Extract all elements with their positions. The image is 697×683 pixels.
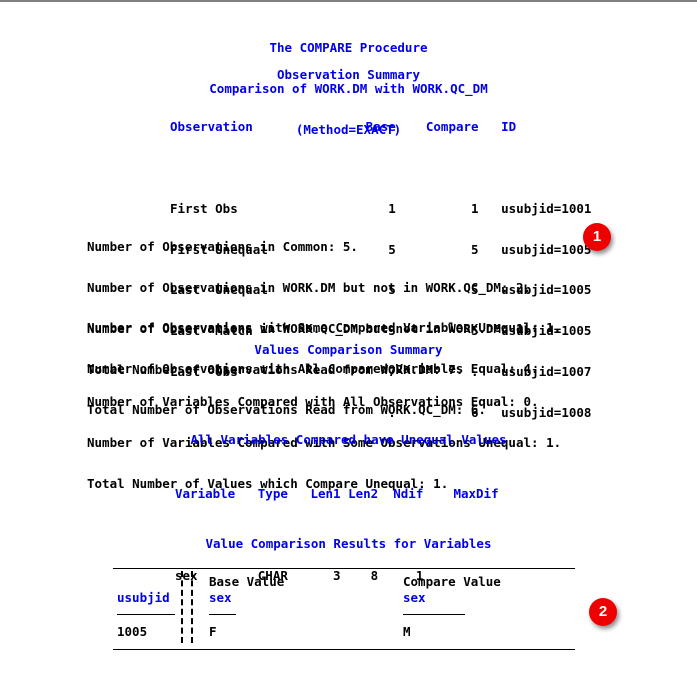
annotation-badge-1: 1	[583, 223, 611, 251]
results-base-group-header: Base Value	[209, 574, 285, 589]
values-comparison-summary-heading: Values Comparison Summary	[254, 342, 443, 357]
results-id-column-header: usubjid	[117, 590, 170, 605]
table-bottom-rule	[113, 649, 575, 650]
value-comparison-results-body: usubjid Base Value sex Compare Value sex…	[113, 569, 575, 649]
count-line: Number of Observations with Some Compare…	[87, 320, 562, 336]
value-comparison-results-heading: Value Comparison Results for Variables	[205, 536, 492, 551]
results-compare-variable-header: sex	[403, 590, 426, 605]
results-base-variable-header: sex	[209, 590, 232, 605]
unequal-variables-header-row: Variable Type Len1 Len2 Ndif MaxDif	[175, 486, 499, 502]
annotation-badge-2: 2	[589, 598, 617, 626]
count-line: Number of Variables Compared with All Ob…	[87, 394, 539, 410]
results-row-base-value: F	[209, 624, 217, 639]
report-title-line-1: The COMPARE Procedure	[269, 40, 428, 56]
results-compare-header-underline	[403, 614, 465, 615]
column-separator-icon	[181, 571, 183, 643]
value-comparison-results-table: usubjid Base Value sex Compare Value sex…	[113, 568, 575, 650]
observation-summary-header-row: Observation Base Compare ID	[170, 119, 517, 135]
observation-summary-heading: Observation Summary	[277, 67, 420, 82]
count-line: Number of Observations in WORK.DM but no…	[87, 279, 532, 295]
results-base-header-underline	[209, 614, 236, 615]
results-id-header-underline	[117, 614, 175, 615]
compare-procedure-output-page: The COMPARE Procedure Comparison of WORK…	[0, 0, 697, 683]
count-line: Number of Observations in Common: 5.	[87, 239, 358, 255]
column-separator-icon	[191, 571, 193, 643]
results-row-compare-value: M	[403, 624, 411, 639]
unequal-variables-heading: All Variables Compared have Unequal Valu…	[190, 432, 507, 447]
results-compare-group-header: Compare Value	[403, 574, 501, 589]
results-row-usubjid: 1005	[117, 624, 148, 639]
